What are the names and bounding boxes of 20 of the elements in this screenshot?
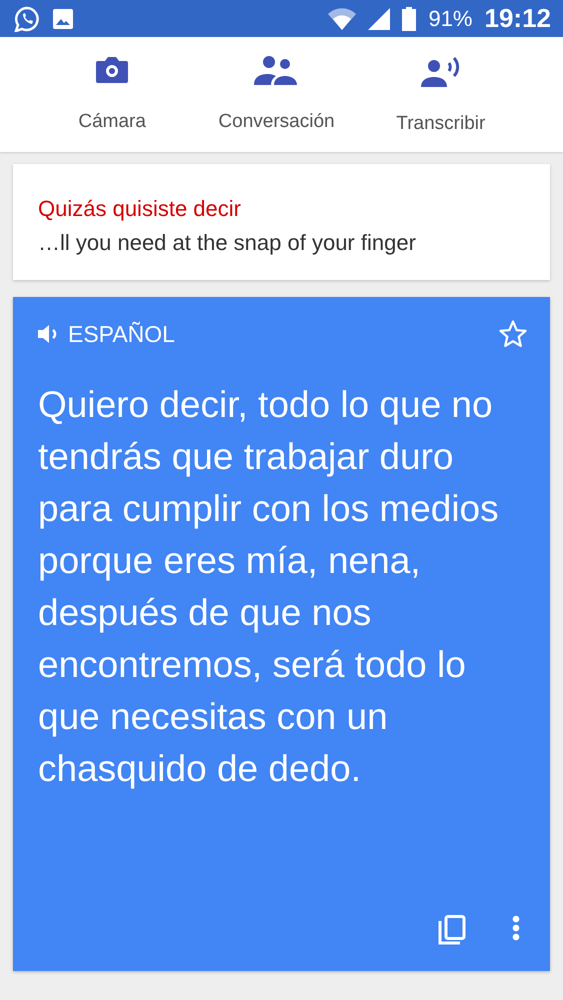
suggestion-title: Quizás quisiste decir [38, 196, 242, 222]
wifi-icon [328, 8, 356, 30]
copy-icon[interactable] [438, 915, 466, 945]
people-icon [254, 55, 298, 85]
mode-tab[interactable]: Cámara [30, 37, 194, 152]
mode-tab[interactable]: Transcribir [358, 37, 523, 152]
language-label: ESPAÑOL [68, 320, 175, 348]
suggestion-text: …ll you need at the snap of your finger [38, 230, 417, 256]
translation-text: Quiero decir, todo lo que no tendrás que trabajar duro para cumplir con los medios porque eres mía, nena, después de que nos encontremos, será todo lo que necesitas con un chasquido de dedo. [38, 383, 500, 791]
camera-icon [95, 55, 130, 85]
suggestion-card[interactable]: Quizás quisiste decir …ll you need at the snap of your finger [13, 164, 550, 280]
chat-bubble-icon [14, 6, 40, 32]
signal-icon [368, 8, 390, 30]
star-icon[interactable] [498, 319, 528, 349]
image-icon [52, 8, 74, 30]
battery-percentage: 91% [428, 6, 472, 32]
mode-tab[interactable]: Conversación [194, 37, 359, 152]
clock: 19:12 [484, 3, 551, 34]
voice-person-icon [420, 55, 461, 87]
battery-icon [402, 6, 416, 30]
